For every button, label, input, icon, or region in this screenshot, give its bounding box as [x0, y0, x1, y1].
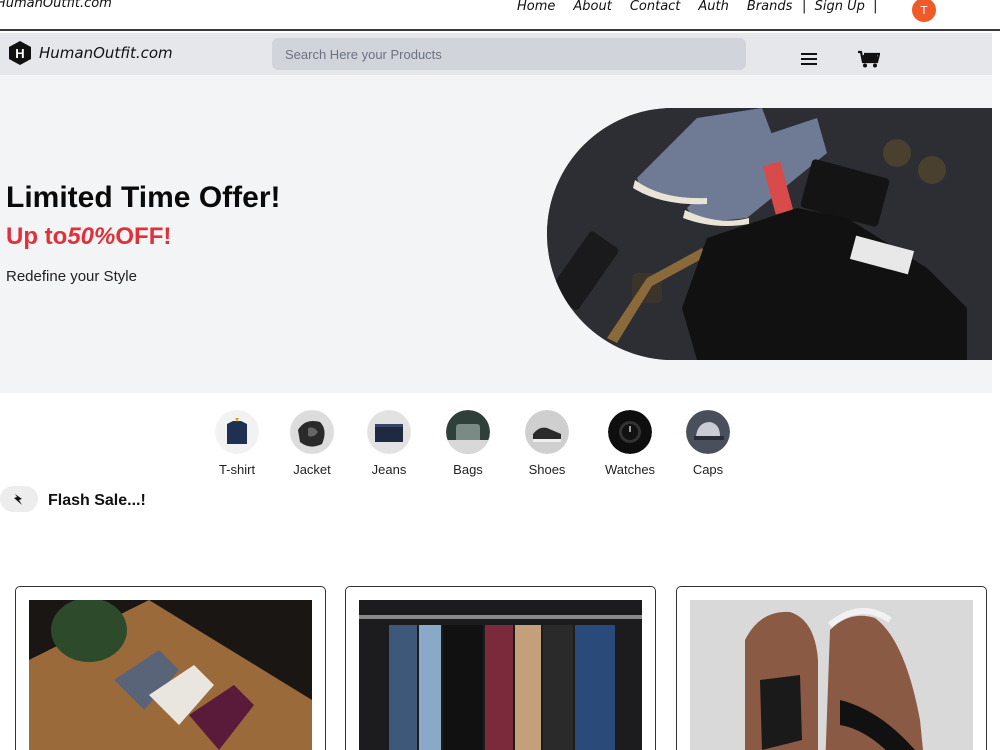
cap-icon [686, 410, 730, 454]
logo-letter: H [15, 46, 24, 61]
category-label: T-shirt [218, 462, 256, 477]
top-nav: Home About Contact Auth Brands [517, 0, 810, 14]
bag-icon [446, 410, 490, 454]
product-image-shirts [29, 600, 312, 750]
hero-offer: Up to50%OFF! [6, 223, 171, 251]
logo-icon[interactable]: H [9, 41, 31, 65]
nav-home[interactable]: Home [517, 0, 555, 14]
offer-value: 50% [67, 223, 116, 250]
flash-sale-badge [0, 486, 38, 512]
category-bar: T-shirt Jacket Jeans Bags Shoes Watches … [214, 410, 731, 477]
product-image-sneakers [690, 600, 973, 750]
category-shoes[interactable]: Shoes [524, 410, 570, 477]
lightning-icon [14, 494, 22, 505]
nav-contact[interactable]: Contact [630, 0, 681, 14]
hero-image [547, 108, 992, 360]
category-label: Shoes [528, 462, 566, 477]
avatar[interactable]: T [912, 0, 936, 22]
top-bar: HumanOutfit.com Home About Contact Auth … [0, 0, 1000, 31]
product-image-trousers [359, 600, 642, 750]
flash-sale-title: Flash Sale...! [48, 492, 146, 509]
sign-up-link[interactable]: | Sign Up | [802, 0, 878, 14]
main-header: H HumanOutfit.com [0, 33, 992, 75]
hero-banner: Limited Time Offer! Up to50%OFF! Redefin… [0, 75, 992, 393]
category-label: Caps [692, 462, 724, 477]
product-card[interactable] [345, 586, 656, 750]
category-label: Jeans [371, 462, 407, 477]
hero-tagline: Redefine your Style [6, 268, 137, 285]
avatar-initial: T [920, 3, 928, 17]
category-jacket[interactable]: Jacket [289, 410, 335, 477]
nav-about[interactable]: About [573, 0, 611, 14]
category-label: Watches [604, 462, 656, 477]
category-label: Bags [453, 462, 483, 477]
category-tshirt[interactable]: T-shirt [214, 410, 260, 477]
offer-suffix: OFF! [115, 223, 172, 250]
site-name[interactable]: HumanOutfit.com [0, 0, 112, 11]
category-caps[interactable]: Caps [685, 410, 731, 477]
category-bags[interactable]: Bags [445, 410, 491, 477]
category-watches[interactable]: Watches [604, 410, 656, 477]
nav-brands[interactable]: Brands [747, 0, 793, 14]
hero-headline: Limited Time Offer! [6, 181, 281, 214]
category-label: Jacket [293, 462, 331, 477]
offer-prefix: Up to [6, 223, 68, 250]
category-jeans[interactable]: Jeans [366, 410, 412, 477]
cart-icon[interactable] [858, 50, 880, 68]
product-card[interactable] [15, 586, 326, 750]
logo-text[interactable]: HumanOutfit.com [39, 44, 173, 62]
product-card[interactable] [676, 586, 987, 750]
nav-auth[interactable]: Auth [698, 0, 728, 14]
shoe-icon [525, 410, 569, 454]
tshirt-icon [215, 410, 259, 454]
search-input[interactable] [272, 38, 746, 70]
jeans-icon [367, 410, 411, 454]
hamburger-menu-icon[interactable] [801, 53, 817, 65]
jacket-icon [290, 410, 334, 454]
watch-icon [608, 410, 652, 454]
